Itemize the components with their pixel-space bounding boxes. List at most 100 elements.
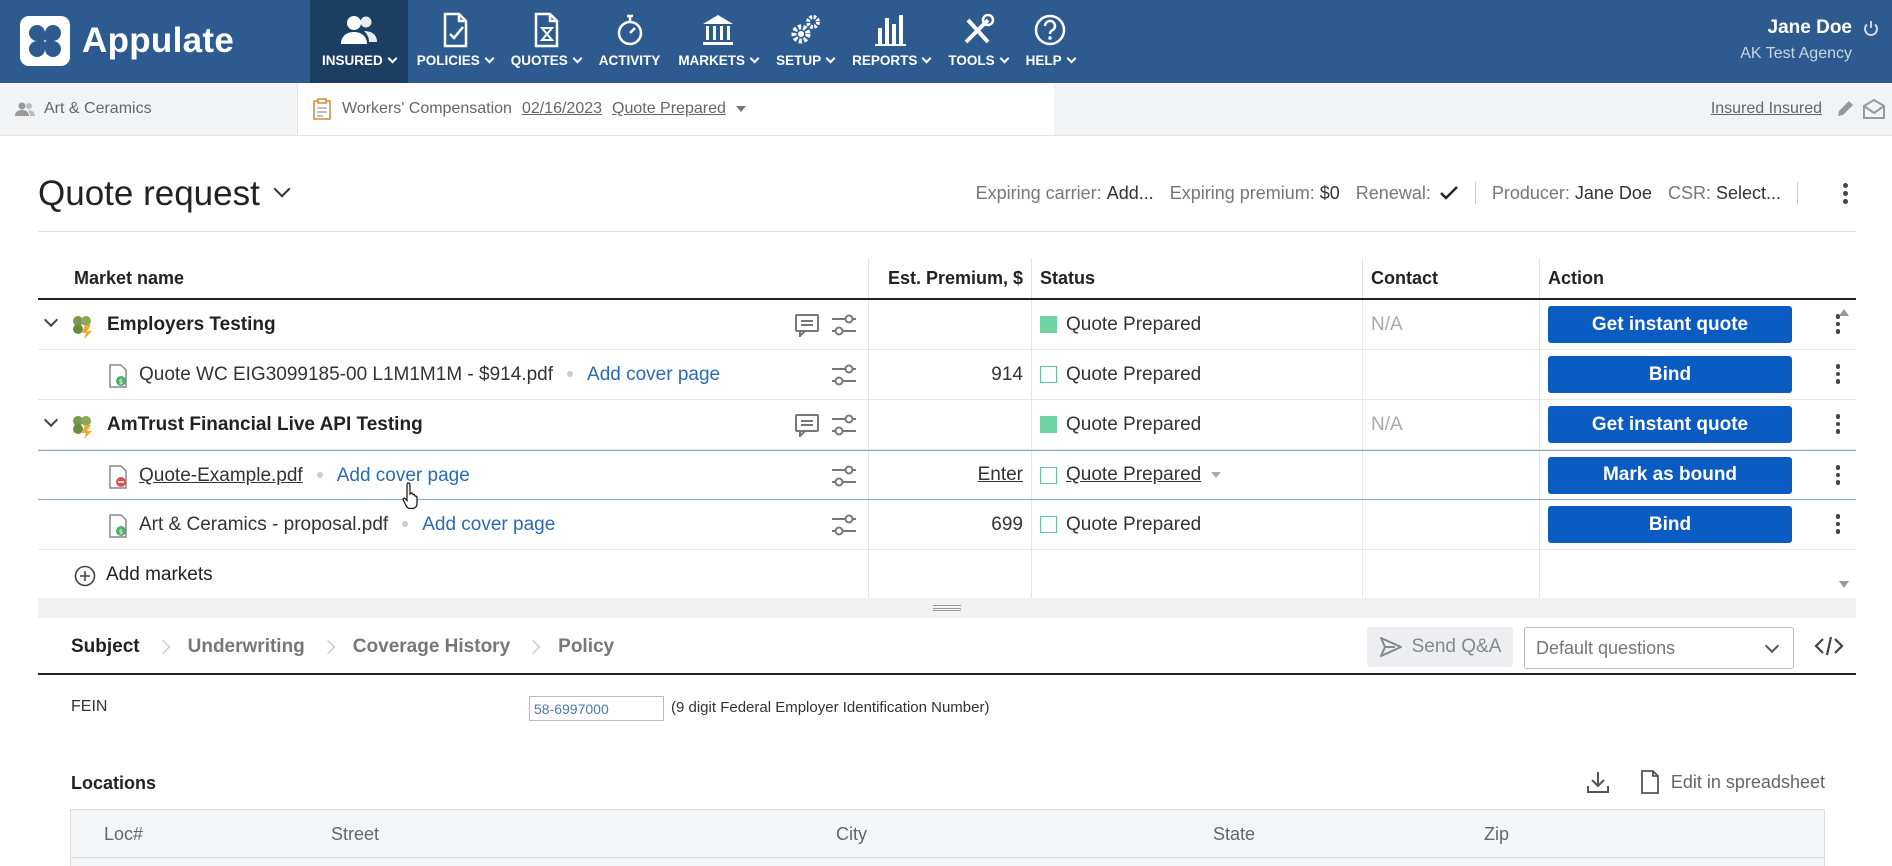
get-instant-quote-button[interactable]: Get instant quote [1548, 306, 1792, 343]
bar-chart-icon [875, 15, 907, 46]
mark-as-bound-button[interactable]: Mark as bound [1548, 456, 1792, 494]
divider [38, 231, 1856, 232]
settings-sliders-icon[interactable] [830, 363, 858, 387]
app-name: Appulate [82, 21, 235, 60]
caret-down-icon[interactable] [1211, 472, 1222, 478]
clover-logo-icon [20, 16, 70, 66]
tab-underwriting[interactable]: Underwriting [188, 636, 305, 658]
resize-splitter[interactable] [38, 598, 1856, 618]
get-instant-quote-button[interactable]: Get instant quote [1548, 406, 1792, 443]
code-icon[interactable] [1814, 634, 1844, 658]
settings-sliders-icon[interactable] [830, 513, 858, 537]
policy-context[interactable]: Workers' Compensation 02/16/2023 Quote P… [298, 83, 1054, 135]
questions-select[interactable]: Default questions [1524, 627, 1794, 669]
app-logo[interactable]: Appulate [20, 16, 235, 66]
locations-title: Locations [71, 773, 157, 793]
pencil-icon[interactable] [1834, 98, 1856, 120]
locations-table-header: Loc# Street City State Zip [71, 810, 1824, 858]
bind-button[interactable]: Bind [1548, 506, 1792, 543]
csr[interactable]: Select... [1716, 183, 1781, 204]
expiring-premium[interactable]: $0 [1320, 183, 1340, 204]
edit-in-spreadsheet-link[interactable]: Edit in spreadsheet [1671, 772, 1825, 793]
nav-tools[interactable]: TOOLS [939, 0, 1016, 83]
tab-coverage-history[interactable]: Coverage History [353, 636, 510, 658]
markets-table: Market name Est. Premium, $ Status Conta… [38, 258, 1856, 600]
power-icon[interactable] [1862, 20, 1880, 38]
nav-reports[interactable]: REPORTS [843, 0, 939, 83]
context-right: Insured Insured [1711, 83, 1886, 135]
add-markets-row[interactable]: Add markets [38, 550, 1856, 600]
status-indicator [1040, 466, 1057, 484]
fein-hint: (9 digit Federal Employer Identification… [671, 699, 990, 716]
chevron-right-icon [526, 639, 541, 654]
bind-button[interactable]: Bind [1548, 356, 1792, 393]
chevron-down-icon [273, 180, 291, 198]
agency-name: AK Test Agency [1740, 45, 1852, 62]
chevron-down-icon [1764, 638, 1780, 654]
envelope-icon[interactable] [1862, 98, 1886, 120]
user-name: Jane Doe [1767, 17, 1852, 38]
policy-date[interactable]: 02/16/2023 [522, 100, 602, 118]
add-cover-page-link[interactable]: Add cover page [587, 364, 720, 385]
bank-icon [703, 15, 734, 45]
fein-input[interactable]: 58-6997000 [529, 696, 664, 721]
insured-context[interactable]: Art & Ceramics [0, 83, 298, 135]
status-dropdown[interactable]: Quote Prepared [1066, 464, 1201, 486]
pdf-file-icon [109, 465, 127, 489]
table-scrollbar[interactable] [1832, 302, 1856, 594]
tab-subject[interactable]: Subject [71, 636, 140, 658]
document-check-icon [443, 12, 468, 48]
comment-icon[interactable] [794, 413, 820, 437]
user-menu[interactable]: Jane Doe AK Test Agency [1740, 17, 1852, 63]
insured-name: Art & Ceramics [44, 100, 152, 117]
scroll-down-icon[interactable] [1839, 581, 1849, 588]
policy-status[interactable]: Quote Prepared [612, 100, 726, 118]
check-icon[interactable] [1439, 184, 1459, 202]
download-icon[interactable] [1585, 769, 1611, 795]
scroll-up-icon[interactable] [1839, 309, 1849, 316]
status-indicator [1040, 316, 1057, 333]
settings-sliders-icon[interactable] [830, 413, 858, 437]
caret-down-icon[interactable] [735, 106, 746, 112]
carrier-clover-icon [73, 316, 92, 339]
producer[interactable]: Jane Doe [1575, 183, 1652, 204]
users-icon [340, 16, 377, 44]
settings-sliders-icon[interactable] [830, 313, 858, 337]
nav-setup[interactable]: SETUP [767, 0, 843, 83]
chevron-down-icon[interactable] [43, 312, 59, 328]
svg-text:$: $ [119, 528, 123, 536]
page-title[interactable]: Quote request [38, 174, 291, 214]
users-icon [15, 102, 35, 116]
table-row: AmTrust Financial Live API Testing Quote… [38, 400, 1856, 450]
quote-menu-icon[interactable] [1842, 183, 1848, 204]
nav-markets[interactable]: MARKETS [669, 0, 767, 83]
table-row: Quote-Example.pdf Add cover page Enter Qu… [38, 450, 1856, 509]
add-cover-page-link[interactable]: Add cover page [422, 514, 555, 535]
nav-insured[interactable]: INSURED [310, 0, 408, 83]
spreadsheet-file-icon [1640, 770, 1659, 794]
svg-text:$: $ [119, 378, 123, 386]
locations-table: Loc# Street City State Zip [70, 809, 1825, 866]
stopwatch-icon [617, 14, 642, 46]
drag-handle-icon [933, 605, 961, 611]
chevron-right-icon [155, 639, 170, 654]
nav-help[interactable]: HELP [1017, 0, 1084, 83]
tab-policy[interactable]: Policy [558, 636, 614, 658]
quote-meta: Expiring carrier: Add... Expiring premiu… [976, 182, 1814, 204]
expiring-carrier[interactable]: Add... [1107, 183, 1154, 204]
nav-activity[interactable]: ACTIVITY [590, 0, 670, 83]
chevron-down-icon[interactable] [43, 412, 59, 428]
enter-premium-link[interactable]: Enter [978, 464, 1023, 486]
document-hourglass-icon [534, 12, 559, 48]
quote-file-link[interactable]: Quote WC EIG3099185-00 L1M1M1M - $914.pd… [139, 364, 553, 385]
table-row: $ Quote WC EIG3099185-00 L1M1M1M - $914.… [38, 350, 1856, 400]
fein-label: FEIN [71, 698, 108, 715]
settings-sliders-icon[interactable] [830, 464, 858, 488]
insured-link[interactable]: Insured Insured [1711, 100, 1822, 118]
quote-file-link[interactable]: Quote-Example.pdf [139, 465, 303, 486]
nav-policies[interactable]: POLICIES [408, 0, 502, 83]
comment-icon[interactable] [794, 313, 820, 337]
send-qa-button[interactable]: Send Q&A [1367, 627, 1513, 667]
nav-quotes[interactable]: QUOTES [502, 0, 590, 83]
quote-file-link[interactable]: Art & Ceramics - proposal.pdf [139, 514, 388, 535]
